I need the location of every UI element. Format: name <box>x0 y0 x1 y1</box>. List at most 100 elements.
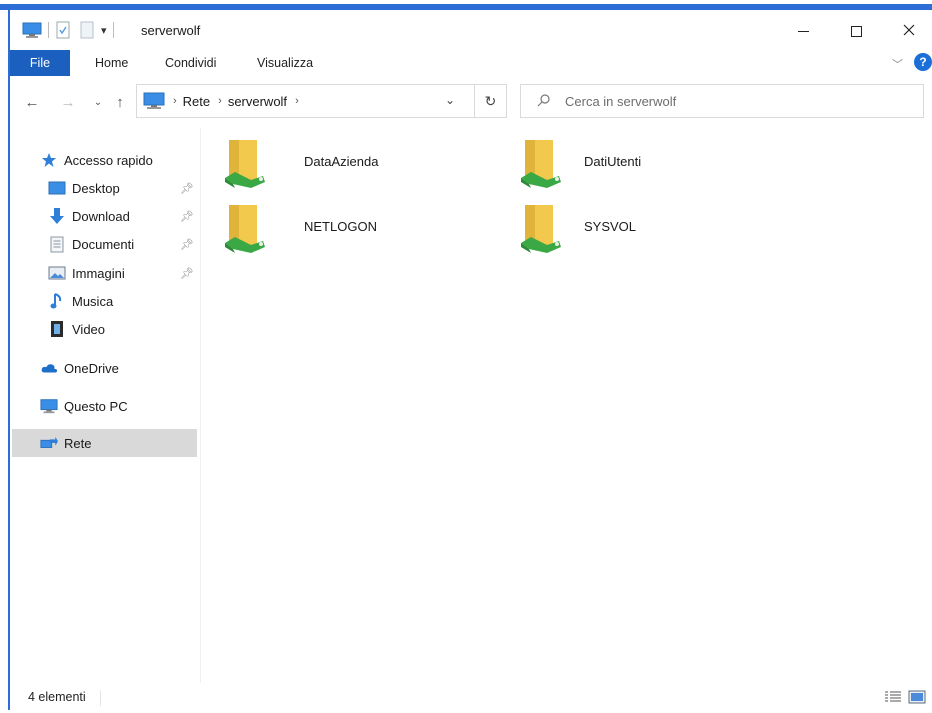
nav-item-download[interactable]: Download 📌︎ <box>48 202 198 230</box>
back-button[interactable]: ← <box>22 92 42 112</box>
window-title: serverwolf <box>141 23 201 38</box>
nav-label: Rete <box>64 435 92 451</box>
network-share-folder-icon <box>517 136 567 192</box>
tab-file[interactable]: File <box>10 50 70 76</box>
search-input[interactable] <box>565 93 905 109</box>
maximize-button[interactable] <box>833 16 879 46</box>
breadcrumb-separator[interactable]: › <box>173 95 177 107</box>
computer-icon <box>40 397 58 415</box>
nav-this-pc[interactable]: Questo PC <box>40 392 200 420</box>
breadcrumb-separator[interactable]: › <box>218 95 222 107</box>
folder-name: DatiUtenti <box>584 154 642 169</box>
details-view-icon <box>884 691 902 707</box>
nav-label: Questo PC <box>64 398 128 414</box>
folder-name: NETLOGON <box>304 219 377 234</box>
nav-label: OneDrive <box>64 360 119 376</box>
properties-icon[interactable] <box>55 21 71 39</box>
nav-item-video[interactable]: Video <box>48 315 198 343</box>
details-view-button[interactable] <box>884 690 902 706</box>
music-note-icon <box>48 292 66 310</box>
navigation-bar: ← → ⌄ ↑ › Rete › serverwolf › ⌄ ↻ <box>10 84 932 120</box>
chevron-down-icon: ⌄ <box>93 96 103 108</box>
nav-label: Immagini <box>72 265 125 281</box>
nav-label: Video <box>72 321 106 337</box>
forward-arrow-icon: → <box>60 93 76 111</box>
network-share-folder-icon <box>221 136 271 192</box>
status-bar: 4 elementi <box>10 686 932 710</box>
network-share-folder-icon <box>221 201 271 257</box>
breadcrumb-separator[interactable]: › <box>295 95 299 107</box>
search-icon <box>537 93 553 109</box>
nav-label: Musica <box>72 293 114 309</box>
pin-icon[interactable]: 📌︎ <box>180 210 194 223</box>
pictures-icon <box>48 264 66 282</box>
help-icon[interactable]: ? <box>914 53 932 71</box>
tab-view[interactable]: Visualizza <box>245 50 325 76</box>
title-bar: ▾ serverwolf <box>10 10 932 48</box>
file-list: DataAzienda DatiUtenti NETLOGON SYSVOL <box>201 128 932 683</box>
qa-divider <box>48 22 49 38</box>
nav-item-music[interactable]: Musica <box>48 287 198 315</box>
refresh-icon: ↻ <box>484 92 497 109</box>
document-icon <box>48 235 66 253</box>
quick-access-toolbar: ▾ <box>22 20 120 40</box>
pin-icon[interactable]: 📌︎ <box>180 267 194 280</box>
minimize-button[interactable] <box>780 16 826 46</box>
nav-onedrive[interactable]: OneDrive <box>40 354 200 382</box>
item-count: 4 elementi <box>28 690 86 704</box>
pin-icon[interactable]: 📌︎ <box>180 182 194 195</box>
nav-label: Accesso rapido <box>64 152 153 168</box>
minimize-icon <box>797 30 809 32</box>
network-icon <box>40 434 58 452</box>
breadcrumb-network[interactable]: Rete <box>183 94 210 109</box>
search-box[interactable] <box>520 84 924 118</box>
desktop-icon <box>48 179 66 197</box>
breadcrumb-serverwolf[interactable]: serverwolf <box>228 94 287 109</box>
folder-item[interactable]: DatiUtenti <box>517 136 807 196</box>
up-button[interactable]: ↑ <box>110 92 130 112</box>
nav-label: Download <box>72 208 130 224</box>
folder-item[interactable]: DataAzienda <box>221 136 511 196</box>
address-bar[interactable]: › Rete › serverwolf › ⌄ <box>136 84 475 118</box>
nav-item-desktop[interactable]: Desktop 📌︎ <box>48 174 198 202</box>
recent-locations-button[interactable]: ⌄ <box>88 92 108 112</box>
new-folder-icon[interactable] <box>79 21 95 39</box>
network-computer-icon <box>143 92 165 110</box>
star-icon <box>40 151 58 169</box>
qa-divider <box>112 22 114 38</box>
maximize-icon <box>850 25 862 37</box>
close-button[interactable] <box>886 16 932 46</box>
ribbon-tabs: File Home Condividi Visualizza ﹀ ? <box>10 50 932 78</box>
nav-network[interactable]: Rete <box>12 429 197 457</box>
refresh-button[interactable]: ↻ <box>475 84 507 118</box>
nav-quick-access[interactable]: Accesso rapido <box>40 146 200 174</box>
film-icon <box>48 320 66 338</box>
nav-label: Documenti <box>72 236 135 252</box>
folder-item[interactable]: NETLOGON <box>221 201 511 261</box>
network-share-folder-icon <box>517 201 567 257</box>
folder-item[interactable]: SYSVOL <box>517 201 807 261</box>
large-icons-view-icon <box>908 690 926 707</box>
navigation-pane: Accesso rapido Desktop 📌︎ Download 📌︎ Do… <box>10 138 200 678</box>
up-arrow-icon: ↑ <box>116 93 124 111</box>
customize-qa-dropdown-icon[interactable]: ▾ <box>101 24 107 37</box>
nav-item-documents[interactable]: Documenti 📌︎ <box>48 230 198 258</box>
back-arrow-icon: ← <box>24 93 40 111</box>
nav-label: Desktop <box>72 180 120 196</box>
expand-ribbon-icon[interactable]: ﹀ <box>892 56 903 72</box>
tab-home[interactable]: Home <box>83 50 140 76</box>
large-icons-view-button[interactable] <box>908 690 926 706</box>
folder-name: SYSVOL <box>584 219 637 234</box>
computer-icon[interactable] <box>22 21 42 39</box>
download-arrow-icon <box>48 207 66 225</box>
forward-button[interactable]: → <box>58 92 78 112</box>
cloud-icon <box>40 359 58 377</box>
status-divider <box>100 690 101 706</box>
tab-share[interactable]: Condividi <box>153 50 228 76</box>
address-dropdown-icon[interactable]: ⌄ <box>445 93 455 107</box>
nav-item-pictures[interactable]: Immagini 📌︎ <box>48 259 198 287</box>
close-icon <box>903 23 915 39</box>
folder-name: DataAzienda <box>304 154 379 169</box>
pin-icon[interactable]: 📌︎ <box>180 238 194 251</box>
explorer-window: ▾ serverwolf File Home Condividi Visuali… <box>0 0 932 713</box>
